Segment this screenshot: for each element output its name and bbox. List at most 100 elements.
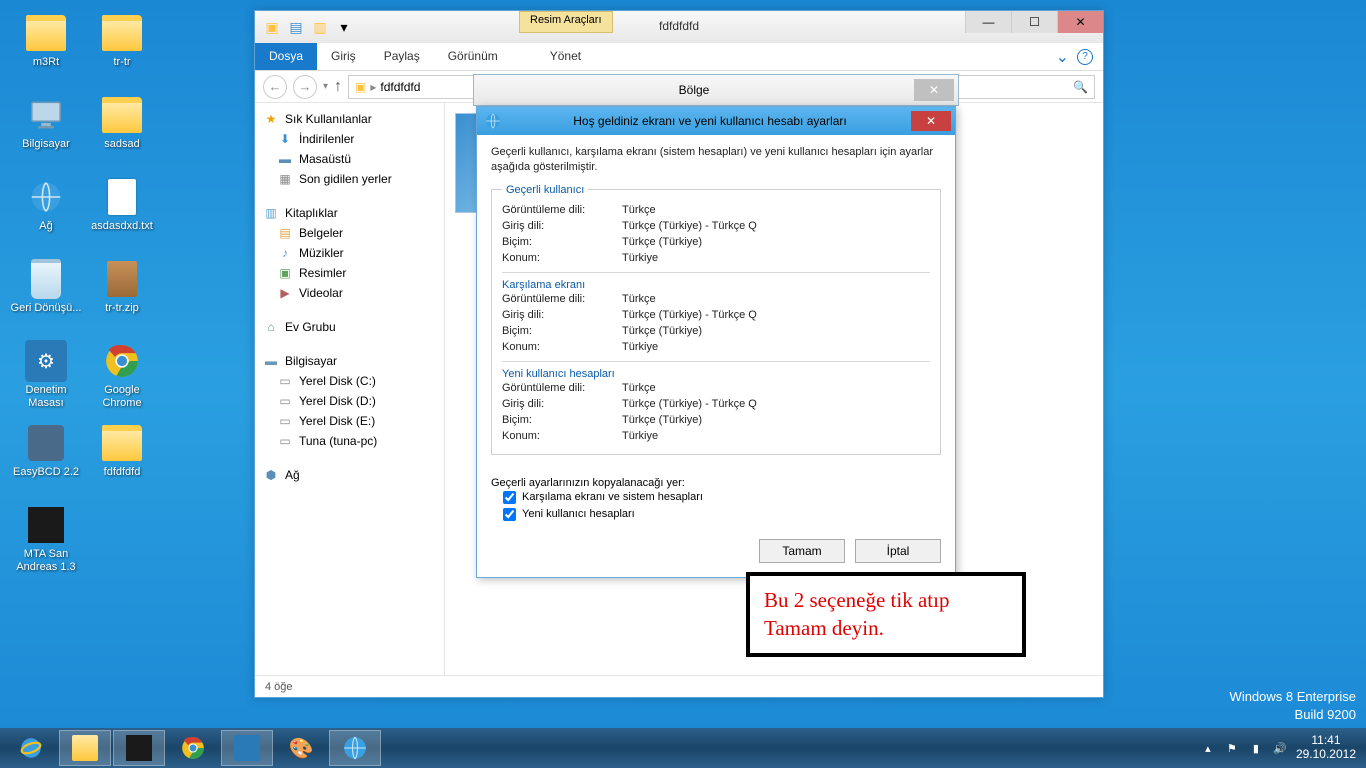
- settings-fieldset: Geçerli kullanıcı Görüntüleme dili:Türkç…: [491, 184, 941, 455]
- tray-up-icon[interactable]: ▴: [1200, 740, 1216, 756]
- tree-favorites[interactable]: ★Sık Kullanılanlar: [259, 109, 440, 129]
- new-users-checkbox-input[interactable]: [503, 508, 516, 521]
- recycle-bin-icon[interactable]: Geri Dönüşü...: [8, 254, 84, 330]
- current-user-legend: Geçerli kullanıcı: [502, 184, 588, 196]
- tree-videos[interactable]: ▶Videolar: [259, 283, 440, 303]
- window-controls: — ☐ ✕: [965, 11, 1103, 33]
- tree-desktop[interactable]: ▬Masaüstü: [259, 149, 440, 169]
- welcome-screen-checkbox[interactable]: Karşılama ekranı ve sistem hesapları: [491, 489, 941, 506]
- nav-up-button[interactable]: ↑: [334, 78, 342, 96]
- annotation-callout: Bu 2 seçeneğe tik atıp Tamam deyin.: [746, 572, 1026, 657]
- folder-qat-icon[interactable]: ▣: [261, 16, 283, 38]
- chrome-icon[interactable]: Google Chrome: [84, 336, 160, 412]
- dialog-body: Geçerli kullanıcı, karşılama ekranı (sis…: [477, 135, 955, 469]
- tree-disk-c[interactable]: ▭Yerel Disk (C:): [259, 371, 440, 391]
- ribbon-expand-icon[interactable]: ⌄: [1056, 47, 1069, 67]
- qat-dropdown-icon[interactable]: ▾: [333, 16, 355, 38]
- taskbar-ie[interactable]: [5, 730, 57, 766]
- nav-back-button[interactable]: ←: [263, 75, 287, 99]
- network-icon[interactable]: Ağ: [8, 172, 84, 248]
- explorer-title: fdfdfdfd: [659, 19, 699, 33]
- row-format-3: Biçim:Türkçe (Türkiye): [502, 412, 930, 428]
- row-display-3: Görüntüleme dili:Türkçe: [502, 380, 930, 396]
- region-dialog-titlebar[interactable]: Bölge ✕: [473, 74, 959, 106]
- minimize-button[interactable]: —: [965, 11, 1011, 33]
- tree-network[interactable]: ⬢Ağ: [259, 465, 440, 485]
- computer-icon[interactable]: Bilgisayar: [8, 90, 84, 166]
- music-icon: ♪: [277, 245, 293, 261]
- row-input-1: Giriş dili:Türkçe (Türkiye) - Türkçe Q: [502, 218, 930, 234]
- taskbar-chrome[interactable]: [167, 730, 219, 766]
- sadsad-folder-icon[interactable]: sadsad: [84, 90, 160, 166]
- tree-computer[interactable]: ▬Bilgisayar: [259, 351, 440, 371]
- ribbon-manage-tab[interactable]: Yönet: [536, 43, 595, 70]
- computer-tree-icon: ▬: [263, 353, 279, 369]
- tray-flag-icon[interactable]: ⚑: [1224, 740, 1240, 756]
- close-button[interactable]: ✕: [1057, 11, 1103, 33]
- breadcrumb-folder-icon: ▣: [355, 80, 366, 94]
- tree-recent[interactable]: ▦Son gidilen yerler: [259, 169, 440, 189]
- welcome-screen-legend: Karşılama ekranı: [502, 272, 930, 291]
- tree-disk-d[interactable]: ▭Yerel Disk (D:): [259, 391, 440, 411]
- txt-file-icon[interactable]: asdasdxd.txt: [84, 172, 160, 248]
- ok-button[interactable]: Tamam: [759, 539, 845, 563]
- taskbar-region[interactable]: [329, 730, 381, 766]
- tree-downloads[interactable]: ⬇İndirilenler: [259, 129, 440, 149]
- ribbon-file-tab[interactable]: Dosya: [255, 43, 317, 70]
- tree-tuna[interactable]: ▭Tuna (tuna-pc): [259, 431, 440, 451]
- search-icon: 🔍: [1073, 80, 1088, 94]
- maximize-button[interactable]: ☐: [1011, 11, 1057, 33]
- tree-homegroup[interactable]: ⌂Ev Grubu: [259, 317, 440, 337]
- taskbar: 🎨 ▴ ⚑ ▮ 🔊 11:41 29.10.2012: [0, 728, 1366, 768]
- fdfdfdfd-folder-icon[interactable]: fdfdfdfd: [84, 418, 160, 494]
- trtr-folder-icon[interactable]: tr-tr: [84, 8, 160, 84]
- tree-disk-e[interactable]: ▭Yerel Disk (E:): [259, 411, 440, 431]
- row-format-2: Biçim:Türkçe (Türkiye): [502, 323, 930, 339]
- homegroup-icon: ⌂: [263, 319, 279, 335]
- taskbar-explorer[interactable]: [59, 730, 111, 766]
- new-users-legend: Yeni kullanıcı hesapları: [502, 361, 930, 380]
- properties-qat-icon[interactable]: ▤: [285, 16, 307, 38]
- navigation-pane: ★Sık Kullanılanlar ⬇İndirilenler ▬Masaüs…: [255, 103, 445, 675]
- nav-history-dropdown-icon[interactable]: ▾: [323, 81, 328, 92]
- desktop-col-2: tr-tr sadsad asdasdxd.txt tr-tr.zip Goog…: [84, 8, 160, 500]
- status-item-count: 4 öğe: [265, 681, 293, 693]
- taskbar-taskmgr[interactable]: [221, 730, 273, 766]
- row-location-2: Konum:Türkiye: [502, 339, 930, 355]
- dialog-titlebar[interactable]: Hoş geldiniz ekranı ve yeni kullanıcı he…: [477, 107, 955, 135]
- tray-network-icon[interactable]: ▮: [1248, 740, 1264, 756]
- welcome-screen-checkbox-input[interactable]: [503, 491, 516, 504]
- library-icon: ▥: [263, 205, 279, 221]
- dialog-close-button[interactable]: ✕: [911, 111, 951, 131]
- taskbar-paint[interactable]: 🎨: [275, 730, 327, 766]
- cancel-button[interactable]: İptal: [855, 539, 941, 563]
- ribbon-home-tab[interactable]: Giriş: [317, 43, 370, 70]
- tray-volume-icon[interactable]: 🔊: [1272, 740, 1288, 756]
- zip-file-icon[interactable]: tr-tr.zip: [84, 254, 160, 330]
- tray-clock[interactable]: 11:41 29.10.2012: [1296, 734, 1356, 762]
- control-panel-icon[interactable]: ⚙Denetim Masası: [8, 336, 84, 412]
- help-icon[interactable]: ?: [1077, 49, 1093, 65]
- taskbar-mta[interactable]: [113, 730, 165, 766]
- picture-tools-tab[interactable]: Resim Araçları: [519, 11, 613, 33]
- nav-forward-button[interactable]: →: [293, 75, 317, 99]
- tray-date: 29.10.2012: [1296, 748, 1356, 762]
- globe-icon: [485, 113, 501, 129]
- tree-libraries[interactable]: ▥Kitaplıklar: [259, 203, 440, 223]
- disk-icon: ▭: [277, 393, 293, 409]
- mta-icon[interactable]: MTA San Andreas 1.3: [8, 500, 84, 576]
- dialog-description: Geçerli kullanıcı, karşılama ekranı (sis…: [491, 145, 941, 176]
- tree-pictures[interactable]: ▣Resimler: [259, 263, 440, 283]
- tree-music[interactable]: ♪Müzikler: [259, 243, 440, 263]
- easybcd-icon[interactable]: EasyBCD 2.2: [8, 418, 84, 494]
- user-folder-icon[interactable]: m3Rt: [8, 8, 84, 84]
- download-icon: ⬇: [277, 131, 293, 147]
- new-users-checkbox[interactable]: Yeni kullanıcı hesapları: [491, 506, 941, 523]
- ribbon-view-tab[interactable]: Görünüm: [434, 43, 512, 70]
- region-close-button[interactable]: ✕: [914, 79, 954, 101]
- ribbon-share-tab[interactable]: Paylaş: [370, 43, 434, 70]
- tree-documents[interactable]: ▤Belgeler: [259, 223, 440, 243]
- explorer-statusbar: 4 öğe: [255, 675, 1103, 697]
- explorer-titlebar[interactable]: ▣ ▤ ▥ ▾ Resim Araçları fdfdfdfd — ☐ ✕: [255, 11, 1103, 43]
- new-folder-qat-icon[interactable]: ▥: [309, 16, 331, 38]
